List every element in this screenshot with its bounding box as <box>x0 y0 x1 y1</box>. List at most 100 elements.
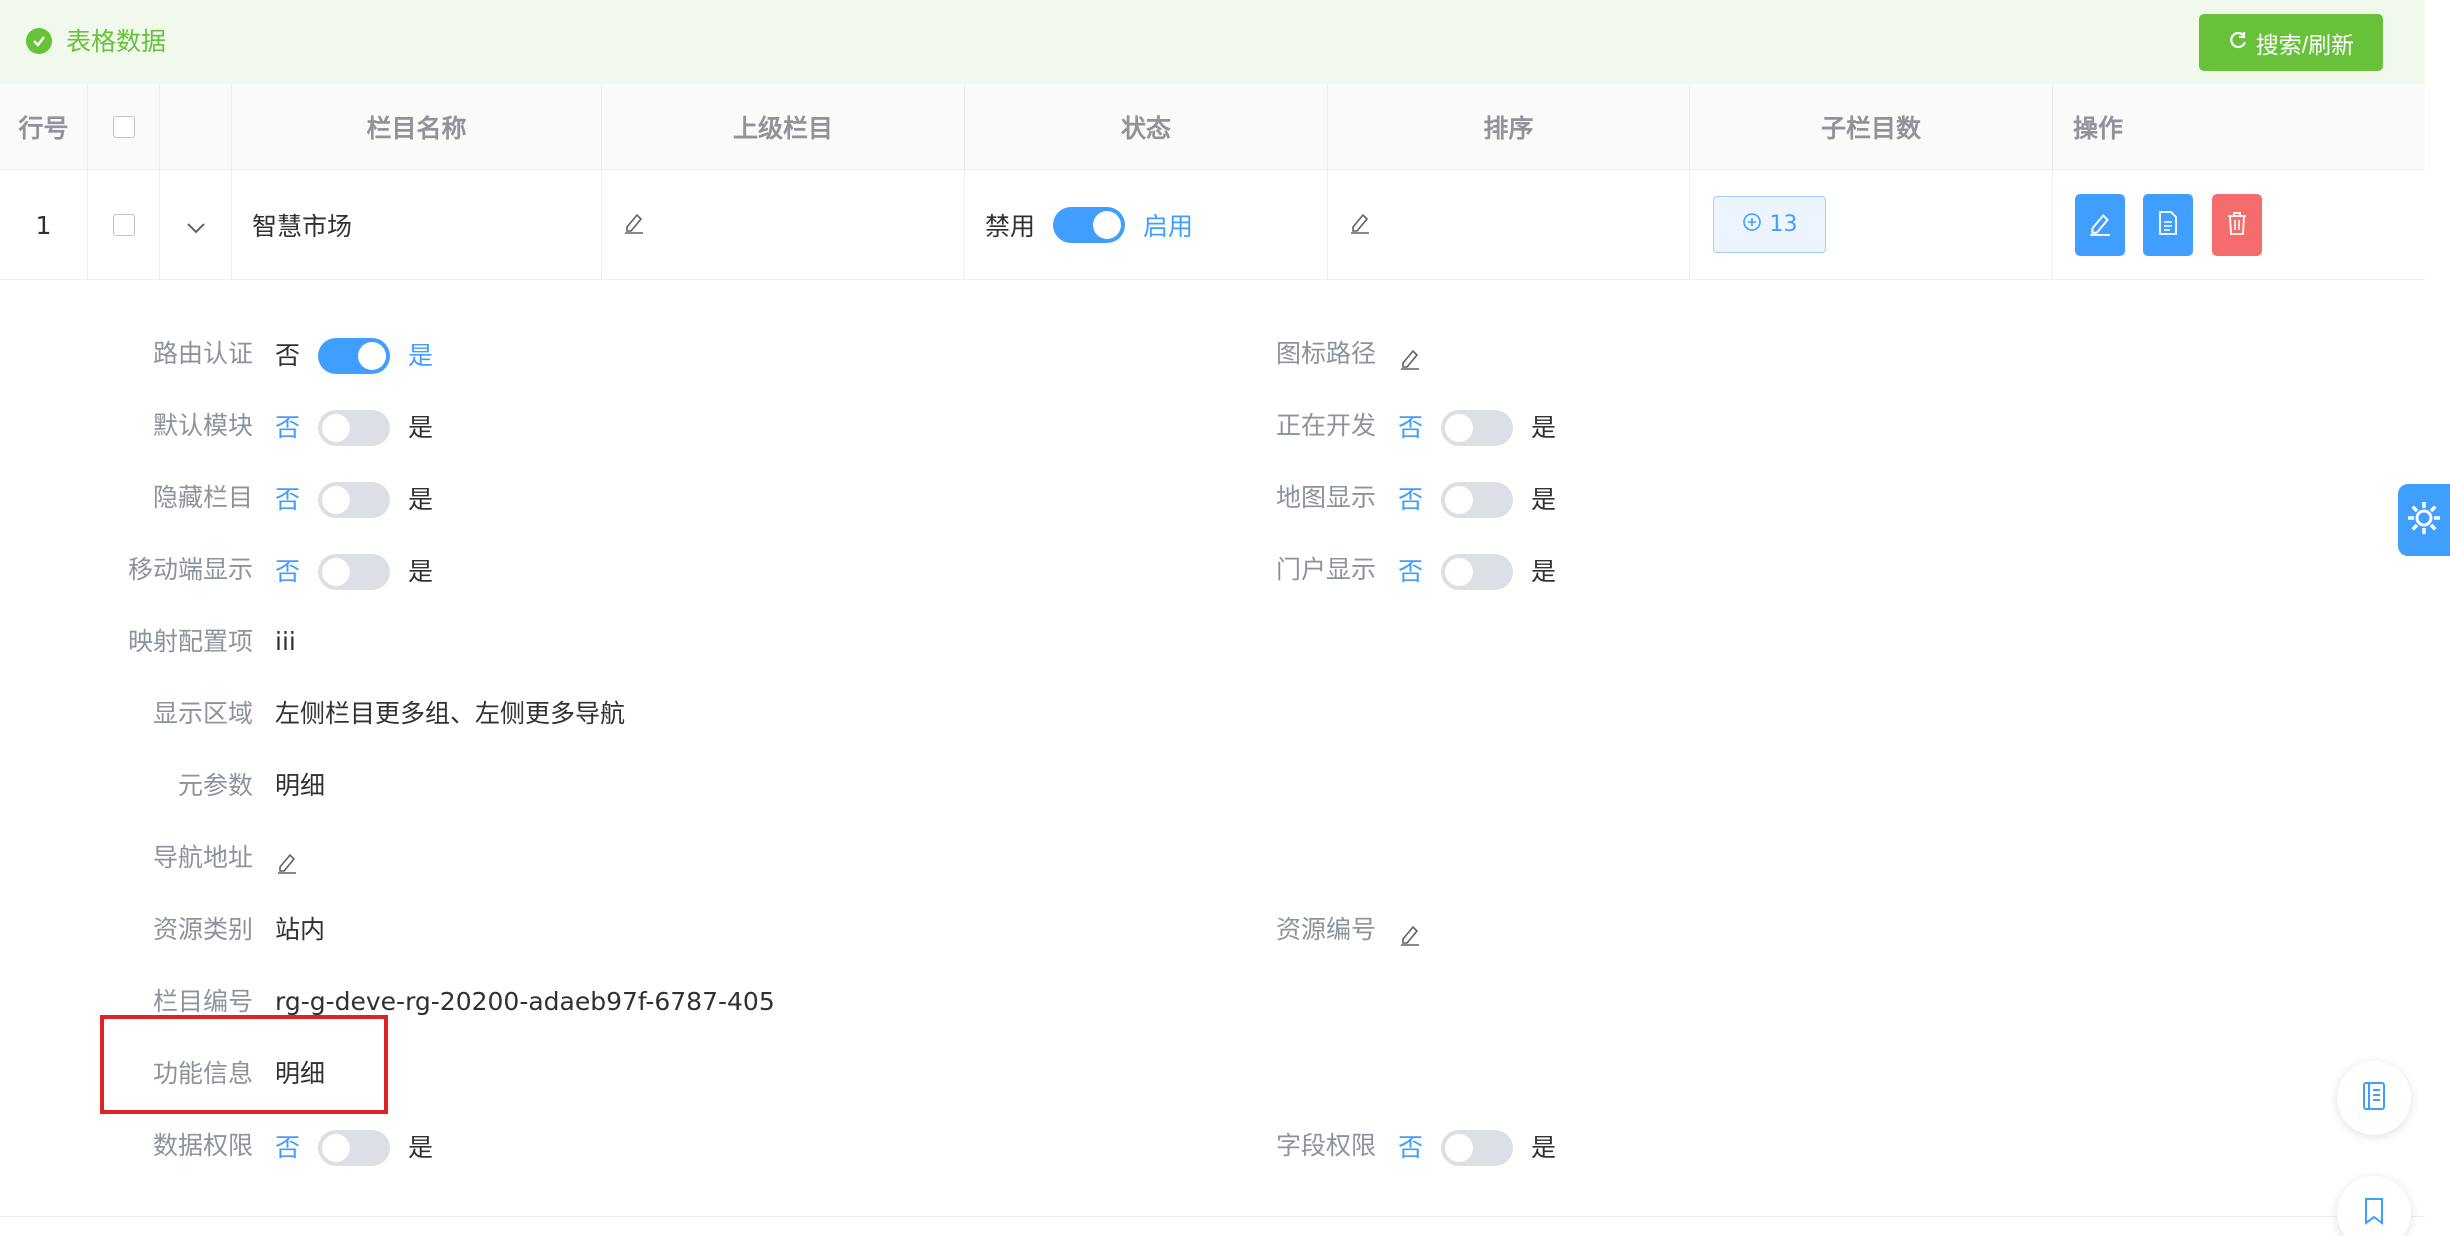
child-count-button[interactable]: 13 <box>1713 196 1826 253</box>
status-switch[interactable] <box>1053 207 1126 243</box>
row-parent-cell <box>602 170 965 280</box>
field-permission-switch[interactable] <box>1441 1130 1514 1166</box>
row-checkbox[interactable] <box>112 214 135 236</box>
route-auth-toggle-group: 否 是 <box>275 336 433 376</box>
chevron-down-icon <box>186 211 206 240</box>
mobile-display-on-label: 是 <box>408 557 434 586</box>
row-index: 1 <box>0 170 88 280</box>
data-permission-switch[interactable] <box>318 1130 391 1166</box>
column-header-sort: 排序 <box>1328 84 1690 170</box>
detail-label-field-permission: 字段权限 <box>1275 1131 1376 1160</box>
detail-label-resource-code: 资源编号 <box>1275 915 1376 944</box>
field-permission-off-label: 否 <box>1398 1133 1424 1162</box>
nav-address-edit-icon[interactable] <box>275 846 299 886</box>
column-header-status: 状态 <box>965 84 1328 170</box>
column-header-select <box>88 84 160 170</box>
default-module-on-label: 是 <box>408 413 434 442</box>
hidden-column-off-label: 否 <box>275 485 301 514</box>
route-auth-on-label: 是 <box>408 341 434 370</box>
column-header-index: 行号 <box>0 84 88 170</box>
default-module-switch[interactable] <box>318 410 391 446</box>
portal-display-toggle-group: 否 是 <box>1398 552 1556 592</box>
column-header-expand <box>160 84 232 170</box>
edit-button[interactable] <box>2075 194 2125 256</box>
column-header-actions: 操作 <box>2073 114 2124 143</box>
detail-label-icon-path: 图标路径 <box>1275 339 1376 368</box>
detail-label-hidden-column: 隐藏栏目 <box>152 483 253 512</box>
check-circle-icon <box>26 28 52 54</box>
detail-label-mobile-display: 移动端显示 <box>127 555 253 584</box>
delete-button[interactable] <box>2212 194 2262 256</box>
edit-pencil-icon[interactable] <box>1348 210 1372 240</box>
detail-label-resource-type: 资源类别 <box>152 915 253 944</box>
child-count-value: 13 <box>1769 212 1798 237</box>
portal-display-on-label: 是 <box>1531 557 1557 586</box>
in-development-switch[interactable] <box>1441 410 1514 446</box>
search-refresh-label: 搜索/刷新 <box>2255 31 2355 58</box>
row-status-cell: 禁用 启用 <box>965 170 1328 280</box>
gear-icon <box>2404 498 2444 542</box>
row-sort-cell <box>1328 170 1690 280</box>
mobile-display-off-label: 否 <box>275 557 301 586</box>
in-development-toggle-group: 否 是 <box>1398 408 1556 448</box>
table-header-bar: 表格数据 搜索/刷新 <box>0 0 2425 84</box>
detail-label-display-area: 显示区域 <box>152 699 253 728</box>
search-refresh-button[interactable]: 搜索/刷新 <box>2199 14 2383 71</box>
hidden-column-switch[interactable] <box>318 482 391 518</box>
portal-display-off-label: 否 <box>1398 557 1424 586</box>
mobile-display-switch[interactable] <box>318 554 391 590</box>
table-row: 1 智慧市场 禁用 启用 <box>0 170 2425 280</box>
detail-label-map-display: 地图显示 <box>1275 483 1376 512</box>
field-permission-on-label: 是 <box>1531 1133 1557 1162</box>
edit-icon <box>2087 210 2113 240</box>
notebook-icon <box>2359 1080 2389 1116</box>
data-permission-off-label: 否 <box>275 1133 301 1162</box>
column-header-parent: 上级栏目 <box>602 84 965 170</box>
default-module-toggle-group: 否 是 <box>275 408 433 448</box>
row-select-cell <box>88 170 160 280</box>
edit-pencil-icon[interactable] <box>622 210 646 240</box>
map-display-switch[interactable] <box>1441 482 1514 518</box>
detail-label-data-permission: 数据权限 <box>152 1131 253 1160</box>
table-head: 行号 栏目名称 上级栏目 状态 排序 子栏目数 操作 <box>0 84 2425 170</box>
settings-tab[interactable] <box>2398 484 2450 556</box>
notebook-float-button[interactable] <box>2337 1061 2411 1135</box>
select-all-checkbox[interactable] <box>112 116 135 138</box>
table-title: 表格数据 <box>66 27 167 56</box>
in-development-off-label: 否 <box>1398 413 1424 442</box>
highlight-box <box>100 1015 388 1114</box>
plus-circle-icon <box>1742 212 1762 238</box>
meta-params-value: 明细 <box>275 771 326 800</box>
detail-label-route-auth: 路由认证 <box>152 339 253 368</box>
table-bottom-divider <box>0 1216 2425 1217</box>
row-expand-toggle[interactable] <box>160 170 232 280</box>
trash-icon <box>2225 210 2249 240</box>
hidden-column-toggle-group: 否 是 <box>275 480 433 520</box>
map-display-on-label: 是 <box>1531 485 1557 514</box>
data-permission-toggle-group: 否 是 <box>275 1128 433 1168</box>
detail-label-in-development: 正在开发 <box>1275 411 1376 440</box>
display-area-value: 左侧栏目更多组、左侧更多导航 <box>275 699 626 728</box>
hidden-column-on-label: 是 <box>408 485 434 514</box>
mobile-display-toggle-group: 否 是 <box>275 552 433 592</box>
column-header-child-count: 子栏目数 <box>1690 84 2053 170</box>
icon-path-edit-icon[interactable] <box>1398 342 1422 382</box>
document-icon <box>2156 210 2180 240</box>
detail-button[interactable] <box>2143 194 2193 256</box>
map-display-off-label: 否 <box>1398 485 1424 514</box>
resource-code-edit-icon[interactable] <box>1398 918 1422 958</box>
status-off-label: 禁用 <box>985 212 1036 241</box>
resource-type-value: 站内 <box>275 915 326 944</box>
data-permission-on-label: 是 <box>408 1133 434 1162</box>
detail-label-nav-address: 导航地址 <box>152 843 253 872</box>
route-auth-switch[interactable] <box>318 338 391 374</box>
detail-label-mapping-config: 映射配置项 <box>127 627 253 656</box>
map-display-toggle-group: 否 是 <box>1398 480 1556 520</box>
bookmark-icon <box>2359 1195 2389 1231</box>
route-auth-off-label: 否 <box>275 341 301 370</box>
portal-display-switch[interactable] <box>1441 554 1514 590</box>
default-module-off-label: 否 <box>275 413 301 442</box>
column-header-name: 栏目名称 <box>232 84 602 170</box>
detail-label-default-module: 默认模块 <box>152 411 253 440</box>
in-development-on-label: 是 <box>1531 413 1557 442</box>
